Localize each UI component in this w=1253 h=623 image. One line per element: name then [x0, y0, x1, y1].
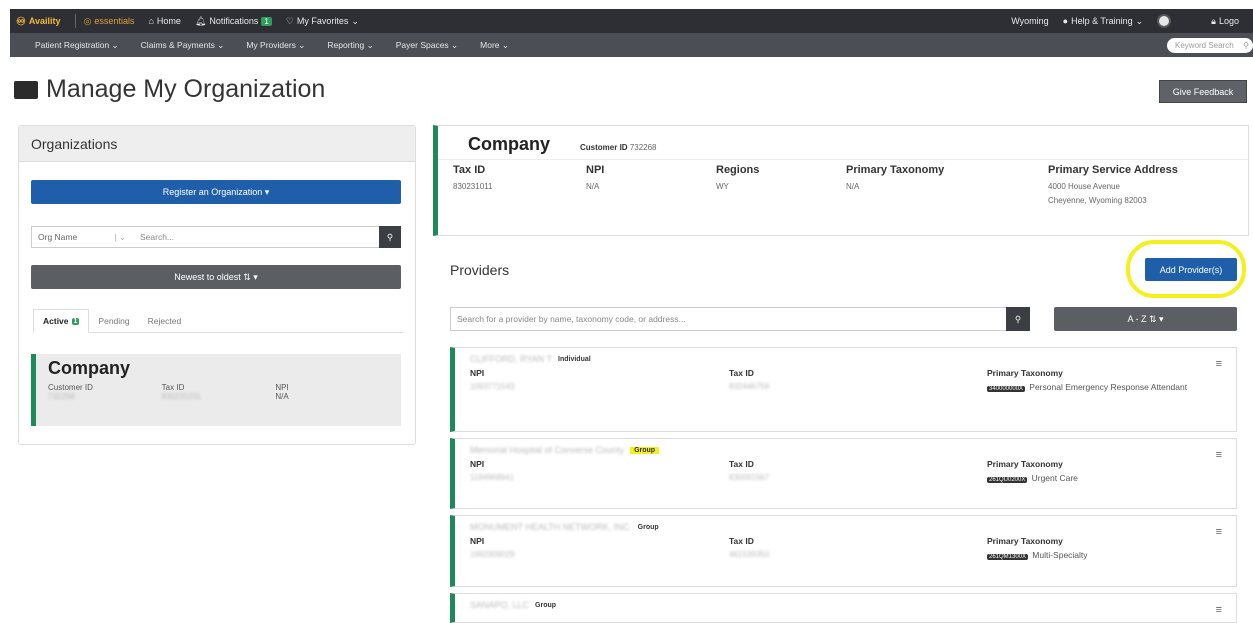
taxonomy-code-badge: 261QU0200X	[987, 477, 1028, 483]
provider-type-badge: Group	[630, 446, 660, 454]
company-npi: NPI N/A	[586, 164, 605, 191]
give-feedback-button[interactable]: Give Feedback	[1159, 80, 1247, 103]
search-icon: ⚲	[1014, 313, 1022, 324]
provider-name: MONUMENT HEALTH NETWORK, INC.	[470, 522, 632, 532]
customer-id-label: Customer ID	[48, 383, 93, 392]
provider-card[interactable]: CLIFFORD, RYAN T Individual ≡ NPI 109377…	[450, 347, 1237, 432]
provider-search-input[interactable]: Search for a provider by name, taxonomy …	[451, 314, 1006, 324]
help-training-menu[interactable]: ● Help & Training ⌄	[1063, 16, 1144, 27]
user-avatar[interactable]	[1157, 14, 1172, 28]
company-name: Company	[468, 134, 551, 154]
company-regions: Regions WY	[716, 164, 760, 191]
nav-patient-registration[interactable]: Patient Registration ⌄	[35, 40, 119, 51]
page-title: Manage My Organization	[46, 75, 326, 103]
essentials-label: ◎ essentials	[83, 15, 135, 27]
org-sort-dropdown[interactable]: Newest to oldest ⇅ ▾	[31, 265, 401, 289]
org-filter-select[interactable]: Org Name | ⌄	[32, 232, 132, 243]
tab-active[interactable]: Active 1	[33, 309, 90, 333]
org-search-row: Org Name | ⌄ Search... ⚲	[31, 226, 401, 248]
tab-rejected[interactable]: Rejected	[139, 309, 191, 332]
add-providers-button[interactable]: Add Provider(s)	[1145, 258, 1237, 281]
main-nav: Patient Registration ⌄ Claims & Payments…	[10, 33, 1253, 57]
top-bar: ♾ Availity ◎ essentials ⌂ Home 🔔︎ Notifi…	[10, 9, 1253, 33]
chevron-down-icon: | ⌄	[114, 231, 126, 242]
company-taxonomy: Primary Taxonomy N/A	[846, 164, 945, 191]
organizations-header: Organizations	[19, 126, 415, 162]
divider	[74, 14, 76, 28]
provider-type-badge: Group	[535, 601, 557, 609]
provider-name: Memorial Hospital of Converse County	[470, 445, 625, 455]
home-link[interactable]: ⌂ Home	[148, 16, 180, 26]
availity-logo[interactable]: ♾ Availity	[16, 15, 61, 28]
menu-icon[interactable]: ≡	[1216, 526, 1222, 538]
menu-icon[interactable]: ≡	[1216, 358, 1222, 370]
active-count-badge: 1	[71, 317, 80, 325]
customer-id: Customer ID 732268	[580, 143, 657, 152]
nav-reporting[interactable]: Reporting ⌄	[327, 40, 373, 51]
menu-icon[interactable]: ≡	[1216, 604, 1222, 616]
company-tax-id: Tax ID 830231011	[453, 164, 493, 191]
essentials-icon: ◎	[83, 15, 92, 26]
home-icon: ⌂	[148, 16, 154, 26]
tax-id-label: Tax ID	[161, 383, 185, 392]
org-status-tabs: Active 1 Pending Rejected	[33, 309, 403, 333]
help-icon: ●	[1062, 16, 1069, 26]
taxonomy-code-badge: 261QM1300X	[987, 554, 1029, 560]
favorites-menu[interactable]: ♡ My Favorites ⌄	[286, 16, 359, 27]
provider-card[interactable]: SANAPO, LLC Group ≡	[450, 593, 1237, 623]
nav-more[interactable]: More ⌄	[480, 40, 509, 51]
taxonomy-code-badge: 340000000X	[987, 386, 1026, 392]
org-search-button[interactable]: ⚲	[379, 226, 401, 248]
company-address: Primary Service Address 4000 House Avenu…	[1048, 164, 1178, 205]
bell-icon: 🔔︎	[194, 15, 207, 26]
menu-icon[interactable]: ≡	[1216, 449, 1222, 461]
search-icon: ⚲	[1243, 40, 1249, 50]
register-organization-button[interactable]: Register an Organization ▾	[31, 180, 401, 204]
npi-value: N/A	[275, 392, 289, 401]
availity-logo-icon: ♾	[16, 15, 26, 28]
tax-id-value: 830231011	[161, 392, 202, 401]
customer-id-value: 732268	[48, 392, 75, 401]
provider-card[interactable]: Memorial Hospital of Converse County Gro…	[450, 438, 1237, 509]
keyword-search-input[interactable]: Keyword Search ⚲	[1167, 37, 1253, 53]
organization-card[interactable]: Company Customer ID 732268 Tax ID 830231…	[31, 354, 401, 426]
heart-icon: ♡	[285, 15, 294, 26]
logout-link[interactable]: 🔒︎ Logo	[1211, 16, 1239, 27]
nav-claims-payments[interactable]: Claims & Payments ⌄	[141, 40, 225, 51]
provider-search-row: Search for a provider by name, taxonomy …	[450, 307, 1030, 331]
chevron-down-icon: ⌄	[351, 15, 359, 26]
state-selector[interactable]: Wyoming	[1011, 16, 1048, 26]
notifications-link[interactable]: 🔔︎ Notifications 1	[195, 16, 272, 27]
tab-pending[interactable]: Pending	[89, 309, 138, 332]
provider-name: SANAPO, LLC	[470, 600, 530, 610]
provider-name: CLIFFORD, RYAN T	[470, 354, 553, 364]
npi-label: NPI	[275, 383, 289, 392]
search-icon: ⚲	[386, 231, 394, 242]
provider-card[interactable]: MONUMENT HEALTH NETWORK, INC. Group ≡ NP…	[450, 515, 1237, 587]
company-summary-card: Company Customer ID 732268 Tax ID 830231…	[433, 125, 1249, 236]
providers-heading: Providers	[450, 262, 510, 278]
provider-sort-dropdown[interactable]: A - Z ⇅ ▾	[1054, 307, 1237, 331]
org-search-input[interactable]: Search...	[132, 232, 379, 242]
provider-type-badge: Individual	[558, 355, 591, 363]
provider-search-button[interactable]: ⚲	[1006, 307, 1030, 331]
nav-my-providers[interactable]: My Providers ⌄	[246, 40, 305, 51]
notifications-count-badge: 1	[261, 16, 272, 26]
page-header: Manage My Organization	[14, 75, 325, 104]
nav-payer-spaces[interactable]: Payer Spaces ⌄	[396, 40, 458, 51]
organization-icon	[14, 80, 38, 99]
provider-type-badge: Group	[637, 523, 659, 531]
organizations-panel: Organizations Register an Organization ▾…	[18, 125, 416, 445]
organization-name: Company	[48, 358, 131, 378]
lock-icon: 🔒︎	[1211, 15, 1216, 26]
chevron-down-icon: ⌄	[1135, 15, 1144, 26]
